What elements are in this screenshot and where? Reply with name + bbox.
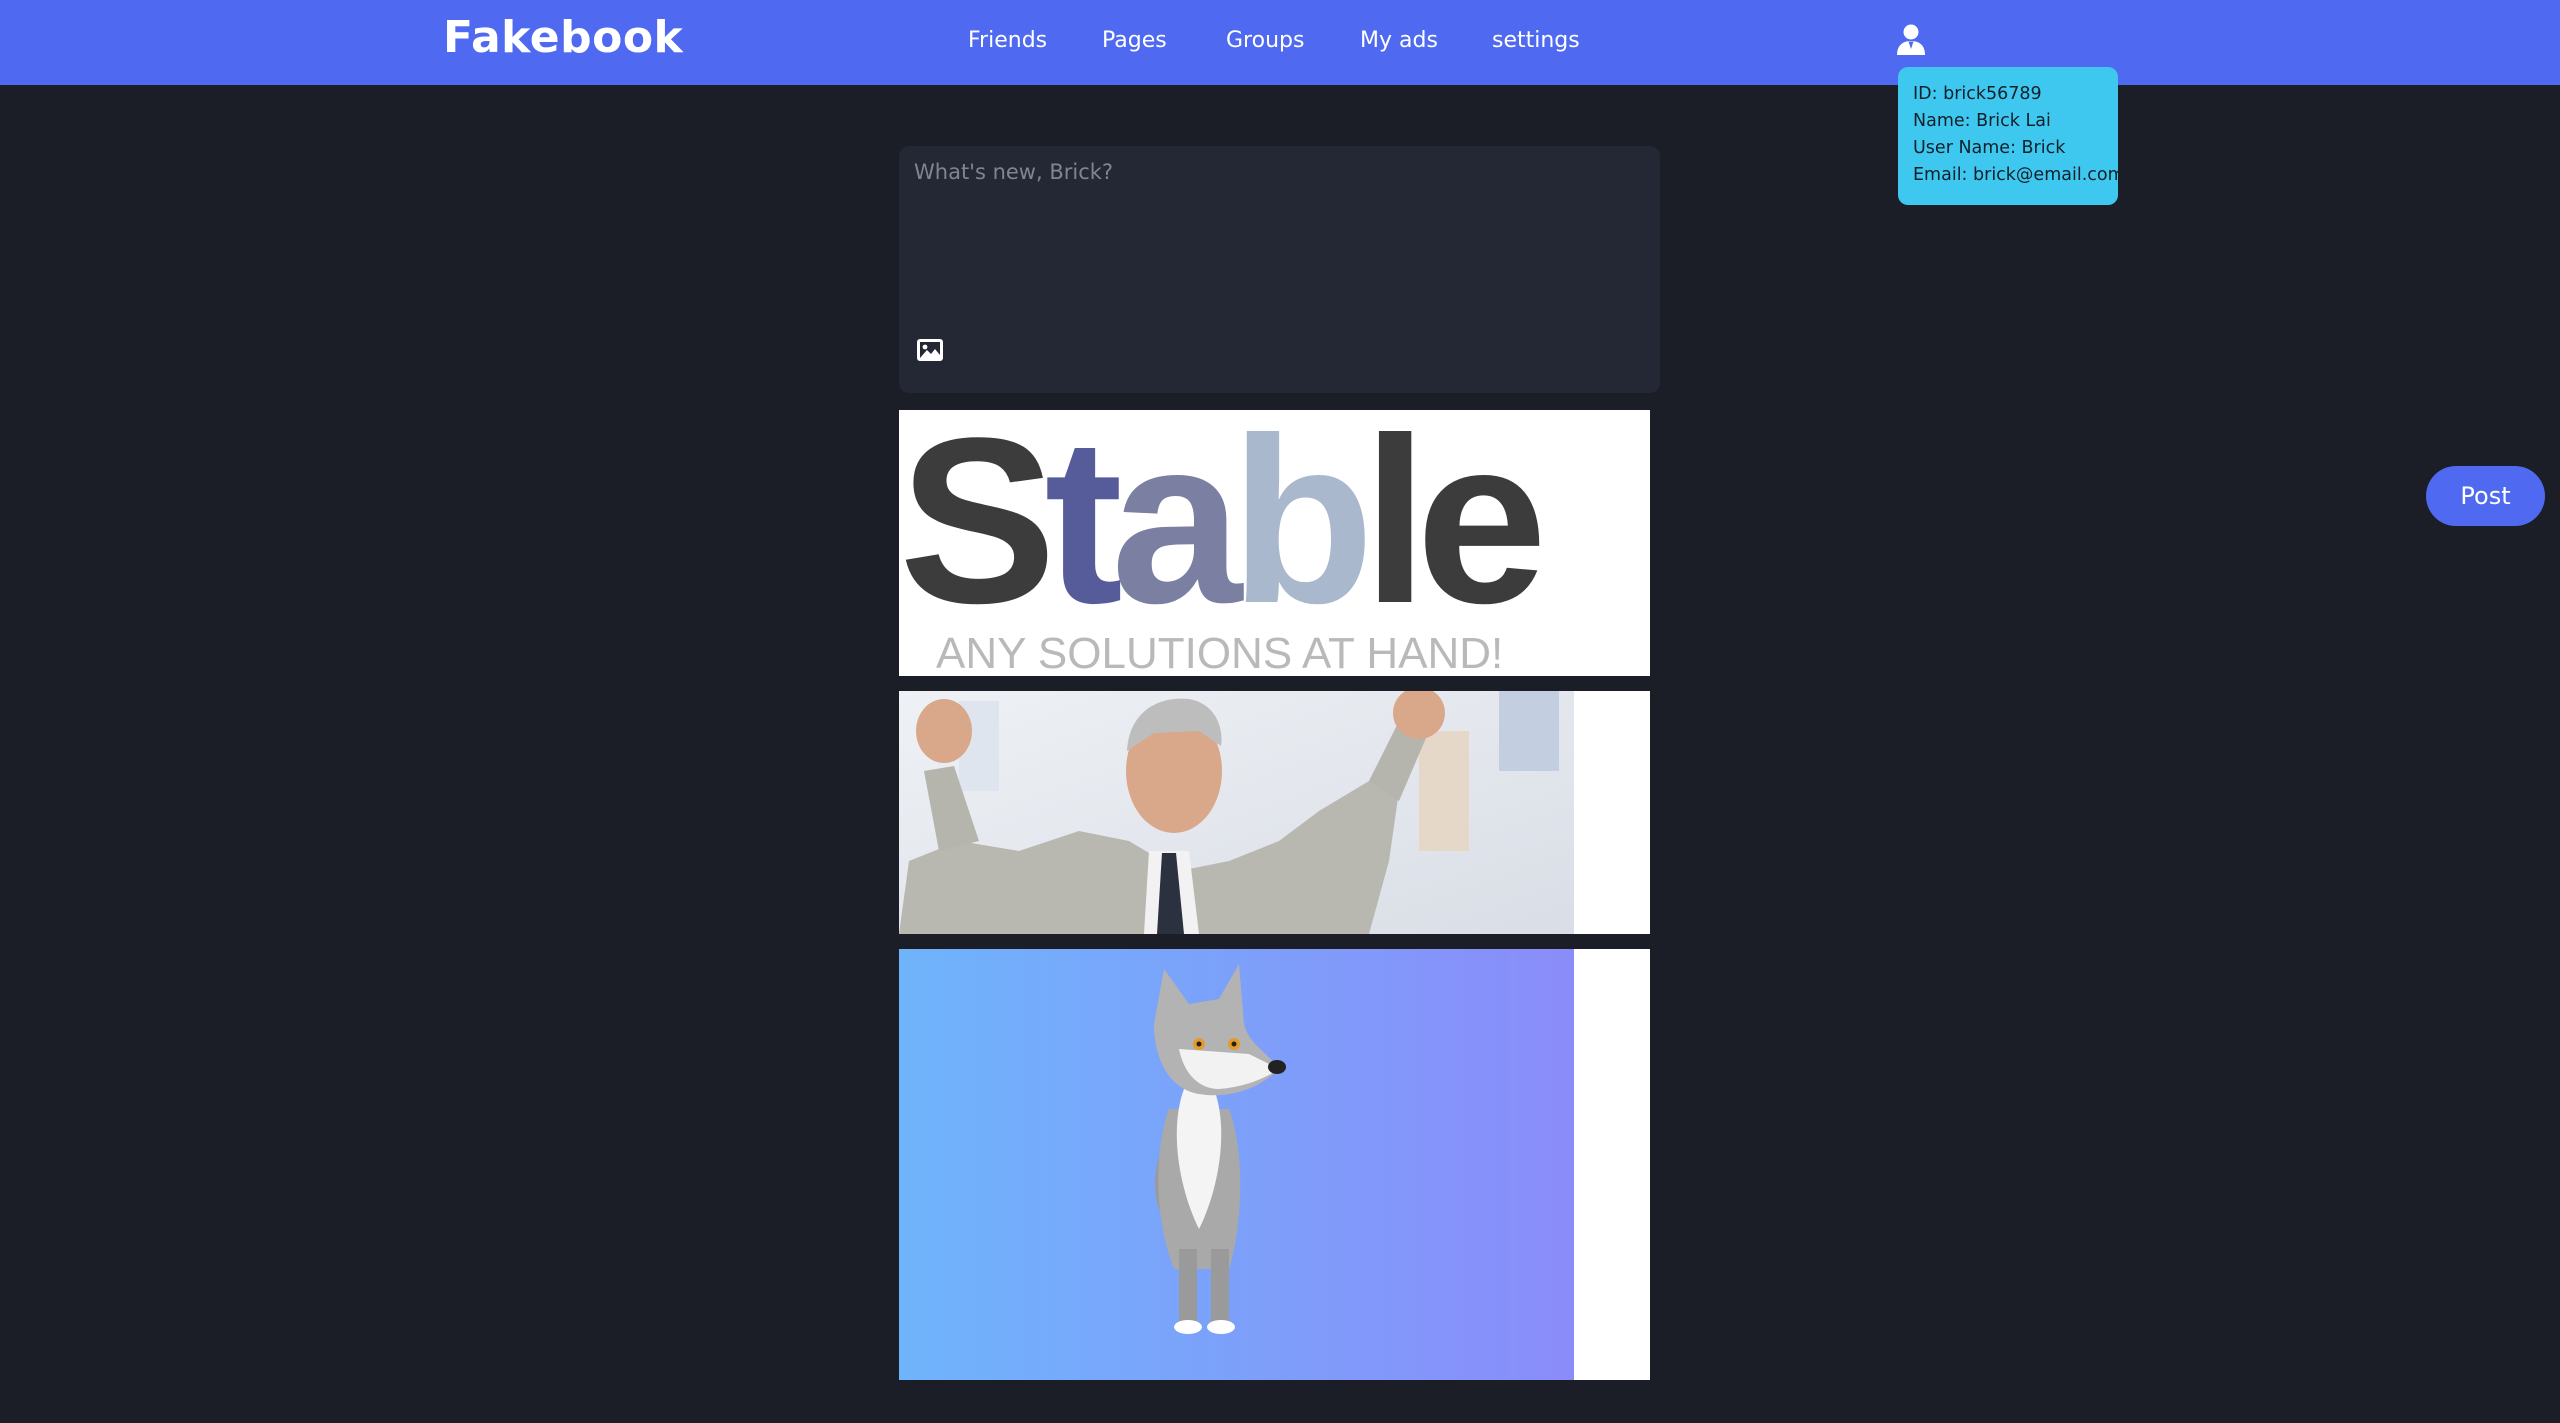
user-name: Name: Brick Lai (1913, 111, 2051, 131)
post-button[interactable]: Post (2426, 466, 2545, 526)
ad-tagline: ANY SOLUTIONS AT HAND! (936, 629, 1503, 676)
user-icon[interactable] (1894, 22, 1928, 56)
user-username: User Name: Brick (1913, 138, 2066, 158)
nav-my-ads[interactable]: My ads (1360, 28, 1438, 53)
nav-groups[interactable]: Groups (1226, 28, 1304, 53)
nav-settings[interactable]: settings (1492, 28, 1580, 53)
user-email: Email: brick@email.com (1913, 165, 2125, 185)
nav-pages[interactable]: Pages (1102, 28, 1167, 53)
ad-banner-wolf[interactable] (899, 949, 1650, 1380)
ad-banner-stable[interactable]: Stable ANY SOLUTIONS AT HAND! (899, 410, 1650, 676)
post-input[interactable] (899, 146, 1660, 306)
nav-friends[interactable]: Friends (968, 28, 1047, 53)
image-icon[interactable] (916, 338, 944, 362)
businessman-image (899, 691, 1650, 934)
ad-banner-businessman[interactable] (899, 691, 1650, 934)
user-id: ID: brick56789 (1913, 84, 2042, 104)
wolf-image (899, 949, 1650, 1380)
top-navbar: Fakebook Friends Pages Groups My ads set… (0, 0, 2560, 85)
user-info-popup: ID: brick56789 Name: Brick Lai User Name… (1898, 67, 2125, 205)
app: Fakebook Friends Pages Groups My ads set… (0, 0, 2560, 1423)
ad-headline: Stable (899, 410, 1540, 653)
brand-logo[interactable]: Fakebook (443, 12, 683, 63)
post-composer: Post (899, 146, 2545, 526)
